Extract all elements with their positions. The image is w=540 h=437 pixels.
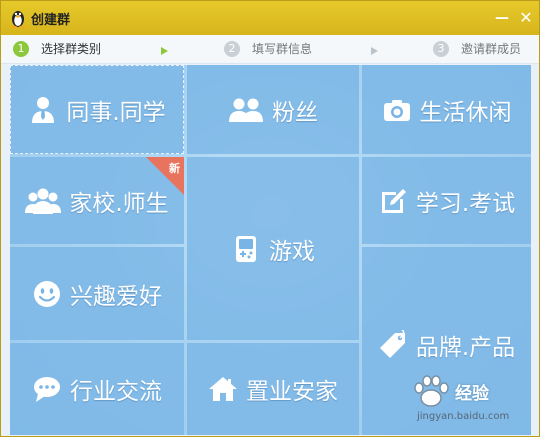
step-progress-bar: 1 选择群类别 2 填写群信息 3 邀请群成员 bbox=[1, 35, 539, 64]
category-school-teacher-student[interactable]: 家校.师生 新 bbox=[10, 157, 184, 244]
step-3-label: 邀请群成员 bbox=[461, 42, 522, 56]
category-fans[interactable]: 粉丝 bbox=[187, 65, 359, 154]
category-real-estate[interactable]: 置业安家 bbox=[187, 343, 359, 435]
category-industry-exchange[interactable]: 行业交流 bbox=[10, 343, 184, 435]
step-2-label: 填写群信息 bbox=[252, 42, 313, 56]
window-title: 创建群 bbox=[31, 13, 71, 28]
penguin-icon bbox=[11, 11, 25, 28]
category-life-leisure[interactable]: 生活休闲 bbox=[362, 65, 531, 154]
gameboy-icon bbox=[236, 235, 256, 262]
close-button[interactable]: ✕ bbox=[517, 9, 535, 27]
smiley-icon bbox=[34, 280, 60, 307]
person-tie-icon bbox=[32, 96, 55, 123]
category-label: 生活休闲 bbox=[419, 99, 512, 126]
step-arrow-icon bbox=[371, 47, 378, 55]
new-badge-text: 新 bbox=[169, 162, 180, 175]
tag-icon bbox=[379, 330, 405, 358]
category-grid: 同事.同学 粉丝 生活休闲 家校.师生 新 游戏 学习.考试 兴趣爱好 品牌.产… bbox=[10, 65, 531, 435]
three-people-icon bbox=[25, 188, 62, 214]
category-hobby[interactable]: 兴趣爱好 bbox=[10, 247, 184, 340]
category-label: 学习.考试 bbox=[415, 190, 516, 217]
chat-bubble-icon bbox=[34, 377, 60, 402]
category-coworker-classmate[interactable]: 同事.同学 bbox=[10, 65, 184, 154]
category-label: 兴趣爱好 bbox=[70, 283, 162, 310]
step-1-label: 选择群类别 bbox=[41, 42, 102, 56]
category-label: 置业安家 bbox=[246, 379, 338, 405]
camera-icon bbox=[383, 99, 410, 121]
title-bar[interactable]: 创建群 — ✕ bbox=[1, 1, 539, 35]
minimize-button[interactable]: — bbox=[493, 9, 511, 27]
category-label: 行业交流 bbox=[70, 379, 162, 405]
step-1-number: 1 bbox=[13, 41, 29, 57]
category-brand-product[interactable]: 品牌.产品 bbox=[362, 247, 531, 435]
house-icon bbox=[209, 377, 237, 401]
step-arrow-icon bbox=[161, 47, 168, 55]
step-2-number: 2 bbox=[224, 41, 240, 57]
category-label: 游戏 bbox=[269, 238, 315, 265]
pencil-box-icon bbox=[381, 188, 406, 213]
category-label: 同事.同学 bbox=[66, 99, 166, 126]
step-3-number: 3 bbox=[433, 41, 449, 57]
create-group-window: 创建群 — ✕ 1 选择群类别 2 填写群信息 3 邀请群成员 同事.同学 粉丝… bbox=[0, 0, 540, 437]
category-study-exam[interactable]: 学习.考试 bbox=[362, 157, 531, 244]
two-people-icon bbox=[229, 98, 263, 122]
category-label: 粉丝 bbox=[272, 99, 318, 126]
category-label: 品牌.产品 bbox=[415, 335, 516, 361]
category-game[interactable]: 游戏 bbox=[187, 157, 359, 340]
